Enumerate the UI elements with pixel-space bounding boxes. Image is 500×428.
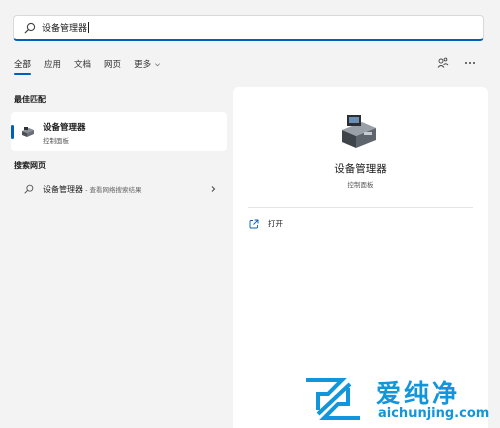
tab-documents-label: 文档	[74, 60, 92, 70]
start-search-panel: 设备管理器 全部 应用 文档 网页 更多 最佳匹配 设备管理器 控制面板 搜索网…	[0, 0, 500, 428]
tab-all-label: 全部	[14, 60, 32, 70]
tab-documents[interactable]: 文档	[74, 58, 91, 70]
best-match-item[interactable]: 设备管理器 控制面板	[11, 112, 227, 151]
web-search-header: 搜索网页	[14, 161, 46, 170]
open-action[interactable]: 打开	[249, 218, 283, 229]
search-input[interactable]: 设备管理器	[42, 21, 87, 34]
detail-subtitle: 控制面板	[347, 181, 374, 189]
tab-more[interactable]: 更多	[134, 58, 161, 70]
web-search-query: 设备管理器	[43, 185, 83, 194]
open-external-icon	[249, 219, 259, 228]
share-connect-icon[interactable]	[437, 57, 449, 69]
tab-apps-label: 应用	[44, 60, 62, 70]
search-icon	[24, 22, 36, 33]
tab-apps[interactable]: 应用	[44, 58, 61, 70]
tab-all[interactable]: 全部	[14, 58, 32, 75]
detail-title: 设备管理器	[334, 163, 387, 175]
chevron-down-icon	[155, 62, 161, 66]
filter-tabs: 全部 应用 文档 网页 更多	[14, 58, 161, 75]
selection-indicator	[11, 125, 14, 139]
watermark-logo-icon	[306, 378, 360, 420]
best-match-title: 设备管理器	[43, 123, 86, 133]
tab-web-label: 网页	[104, 60, 122, 70]
best-match-subtitle: 控制面板	[43, 137, 69, 145]
watermark-logo: 爱纯净 aichunjing.com	[302, 374, 496, 426]
tab-web[interactable]: 网页	[104, 58, 121, 70]
search-icon	[24, 184, 34, 194]
search-box[interactable]: 设备管理器	[13, 15, 484, 41]
web-search-text: 设备管理器 - 查看网络搜索结果	[43, 184, 141, 195]
open-action-label: 打开	[268, 219, 283, 228]
watermark-chinese: 爱纯净	[376, 379, 461, 408]
text-caret	[88, 22, 90, 33]
device-manager-icon	[342, 115, 376, 148]
device-manager-icon	[22, 127, 34, 137]
top-right-actions	[437, 57, 476, 69]
best-match-header: 最佳匹配	[14, 95, 46, 104]
more-ellipsis-icon[interactable]	[464, 57, 476, 69]
web-search-hint: - 查看网络搜索结果	[83, 186, 142, 194]
web-search-item[interactable]: 设备管理器 - 查看网络搜索结果	[11, 177, 227, 201]
watermark-domain: aichunjing.com	[378, 406, 490, 421]
chevron-right-icon	[211, 186, 216, 192]
divider	[248, 207, 473, 208]
tab-more-label: 更多	[134, 60, 152, 70]
